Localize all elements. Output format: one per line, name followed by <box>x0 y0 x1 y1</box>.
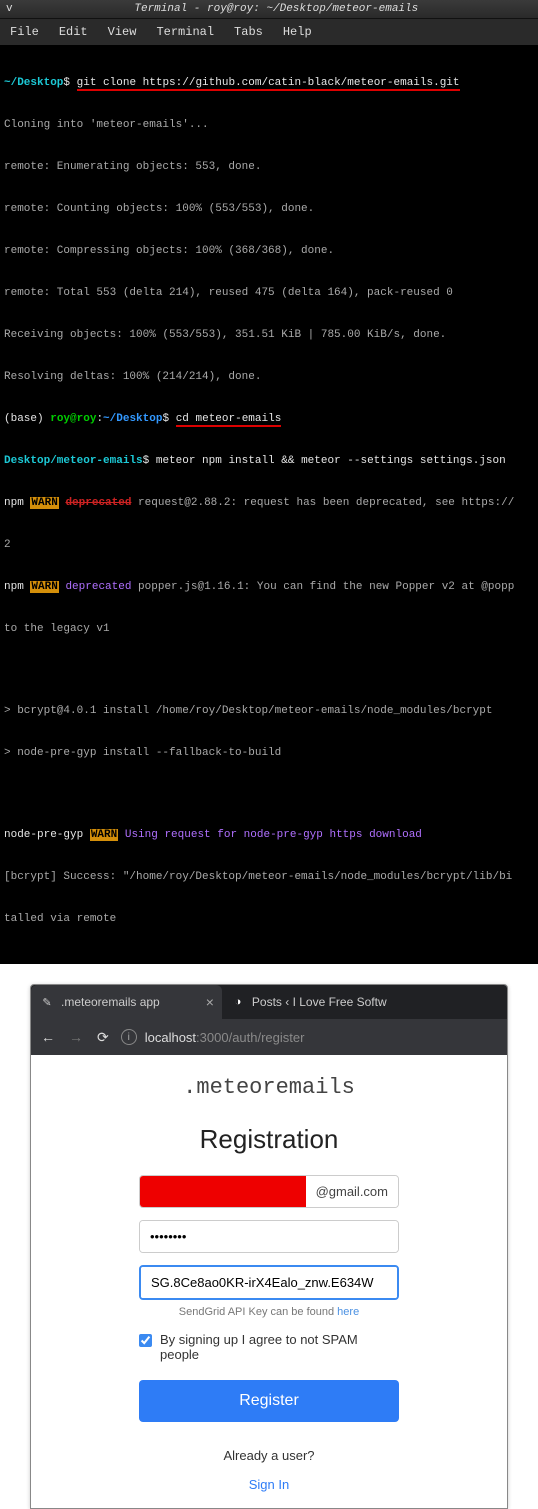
apikey-hint: SendGrid API Key can be found here <box>139 1306 399 1318</box>
registration-form: xxxxxxxxxxxxxx @gmail.com SendGrid API K… <box>139 1175 399 1492</box>
menu-view[interactable]: View <box>98 23 147 41</box>
command-git-clone: git clone https://github.com/catin-black… <box>77 77 460 91</box>
menu-file[interactable]: File <box>0 23 49 41</box>
output-line: to the legacy v1 <box>4 622 534 636</box>
tab-meteoremails[interactable]: ✎ .meteoremails app × <box>31 985 222 1019</box>
command-cd: cd meteor-emails <box>176 413 282 427</box>
menu-tabs[interactable]: Tabs <box>224 23 273 41</box>
page-heading: Registration <box>71 1124 467 1155</box>
prompt-base: (base) <box>4 413 44 425</box>
output-line: 2 <box>4 538 534 552</box>
email-domain-suffix: @gmail.com <box>306 1176 398 1207</box>
terminal-output[interactable]: ~/Desktop$ git clone https://github.com/… <box>0 46 538 964</box>
output-line: [bcrypt] Success: "/home/roy/Desktop/met… <box>4 870 534 884</box>
reload-icon[interactable]: ⟳ <box>97 1029 109 1046</box>
prompt-symbol: $ <box>63 77 70 89</box>
already-user-text: Already a user? <box>139 1448 399 1463</box>
forward-icon[interactable]: → <box>69 1029 83 1045</box>
tab-title: Posts ‹ I Love Free Softw <box>252 995 387 1009</box>
close-icon[interactable]: × <box>206 994 214 1010</box>
page-content: .meteoremails Registration xxxxxxxxxxxxx… <box>31 1055 507 1508</box>
output-line: Receiving objects: 100% (553/553), 351.5… <box>4 328 534 342</box>
info-icon[interactable]: i <box>121 1029 137 1045</box>
email-redacted[interactable]: xxxxxxxxxxxxxx <box>140 1176 306 1207</box>
tab-title: .meteoremails app <box>61 995 160 1009</box>
output-line: > bcrypt@4.0.1 install /home/roy/Desktop… <box>4 704 534 718</box>
favicon-icon: ✎ <box>39 994 55 1010</box>
hint-link[interactable]: here <box>337 1306 359 1318</box>
output-line: remote: Compressing objects: 100% (368/3… <box>4 244 534 258</box>
password-input[interactable] <box>140 1221 398 1252</box>
browser-window: ✎ .meteoremails app × ◑ Posts ‹ I Love F… <box>30 984 508 1509</box>
terminal-window: v Terminal - roy@roy: ~/Desktop/meteor-e… <box>0 0 538 964</box>
brand-logo: .meteoremails <box>71 1075 467 1100</box>
menu-terminal[interactable]: Terminal <box>146 23 224 41</box>
dropdown-icon[interactable]: v <box>6 2 13 16</box>
output-line: Resolving deltas: 100% (214/214), done. <box>4 370 534 384</box>
output-line: remote: Counting objects: 100% (553/553)… <box>4 202 534 216</box>
back-icon[interactable]: ← <box>41 1029 55 1045</box>
tab-bar: ✎ .meteoremails app × ◑ Posts ‹ I Love F… <box>31 985 507 1019</box>
npm-prefix: npm <box>4 581 24 593</box>
register-button[interactable]: Register <box>139 1380 399 1422</box>
prompt-path: ~/Desktop <box>103 413 162 425</box>
prompt-symbol: $ <box>143 455 150 467</box>
consent-checkbox[interactable] <box>139 1334 152 1347</box>
warn-badge: WARN <box>30 497 58 509</box>
output-line: Cloning into 'meteor-emails'... <box>4 118 534 132</box>
npm-text: request@2.88.2: request has been depreca… <box>131 497 514 509</box>
warn-badge: WARN <box>30 581 58 593</box>
prompt-symbol: $ <box>162 413 169 425</box>
url-host: localhost <box>145 1030 196 1045</box>
apikey-field-wrap <box>139 1265 399 1300</box>
url-path: :3000/auth/register <box>196 1030 304 1045</box>
npm-text: popper.js@1.16.1: You can find the new P… <box>131 581 514 593</box>
email-field-wrap: xxxxxxxxxxxxxx @gmail.com <box>139 1175 399 1208</box>
deprecated-label: deprecated <box>65 581 131 593</box>
output-line: talled via remote <box>4 912 534 926</box>
output-line: remote: Total 553 (delta 214), reused 47… <box>4 286 534 300</box>
warn-badge: WARN <box>90 829 118 841</box>
terminal-titlebar: v Terminal - roy@roy: ~/Desktop/meteor-e… <box>0 0 538 19</box>
apikey-input[interactable] <box>141 1267 397 1298</box>
prompt-user: roy@roy <box>50 413 96 425</box>
password-field-wrap <box>139 1220 399 1253</box>
deprecated-label: deprecated <box>65 497 131 509</box>
npm-prefix: npm <box>4 497 24 509</box>
tab-posts[interactable]: ◑ Posts ‹ I Love Free Softw <box>222 985 395 1019</box>
address-bar: ← → ⟳ i localhost:3000/auth/register <box>31 1019 507 1055</box>
terminal-menubar: File Edit View Terminal Tabs Help <box>0 19 538 46</box>
window-title: Terminal - roy@roy: ~/Desktop/meteor-ema… <box>21 2 532 16</box>
url-input[interactable]: i localhost:3000/auth/register <box>121 1029 501 1045</box>
gyp-text: Using request for node-pre-gyp https dow… <box>125 829 422 841</box>
sign-in-link[interactable]: Sign In <box>139 1477 399 1492</box>
menu-edit[interactable]: Edit <box>49 23 98 41</box>
prompt-path: Desktop/meteor-emails <box>4 455 143 467</box>
consent-label: By signing up I agree to not SPAM people <box>160 1332 399 1362</box>
menu-help[interactable]: Help <box>273 23 322 41</box>
globe-icon: ◑ <box>230 994 246 1010</box>
consent-row[interactable]: By signing up I agree to not SPAM people <box>139 1332 399 1362</box>
prompt-path: ~/Desktop <box>4 77 63 89</box>
output-line: remote: Enumerating objects: 553, done. <box>4 160 534 174</box>
hint-text: SendGrid API Key can be found <box>179 1306 337 1318</box>
command-meteor: meteor npm install && meteor --settings … <box>156 455 506 467</box>
output-line: > node-pre-gyp install --fallback-to-bui… <box>4 746 534 760</box>
gyp-prefix: node-pre-gyp <box>4 829 83 841</box>
